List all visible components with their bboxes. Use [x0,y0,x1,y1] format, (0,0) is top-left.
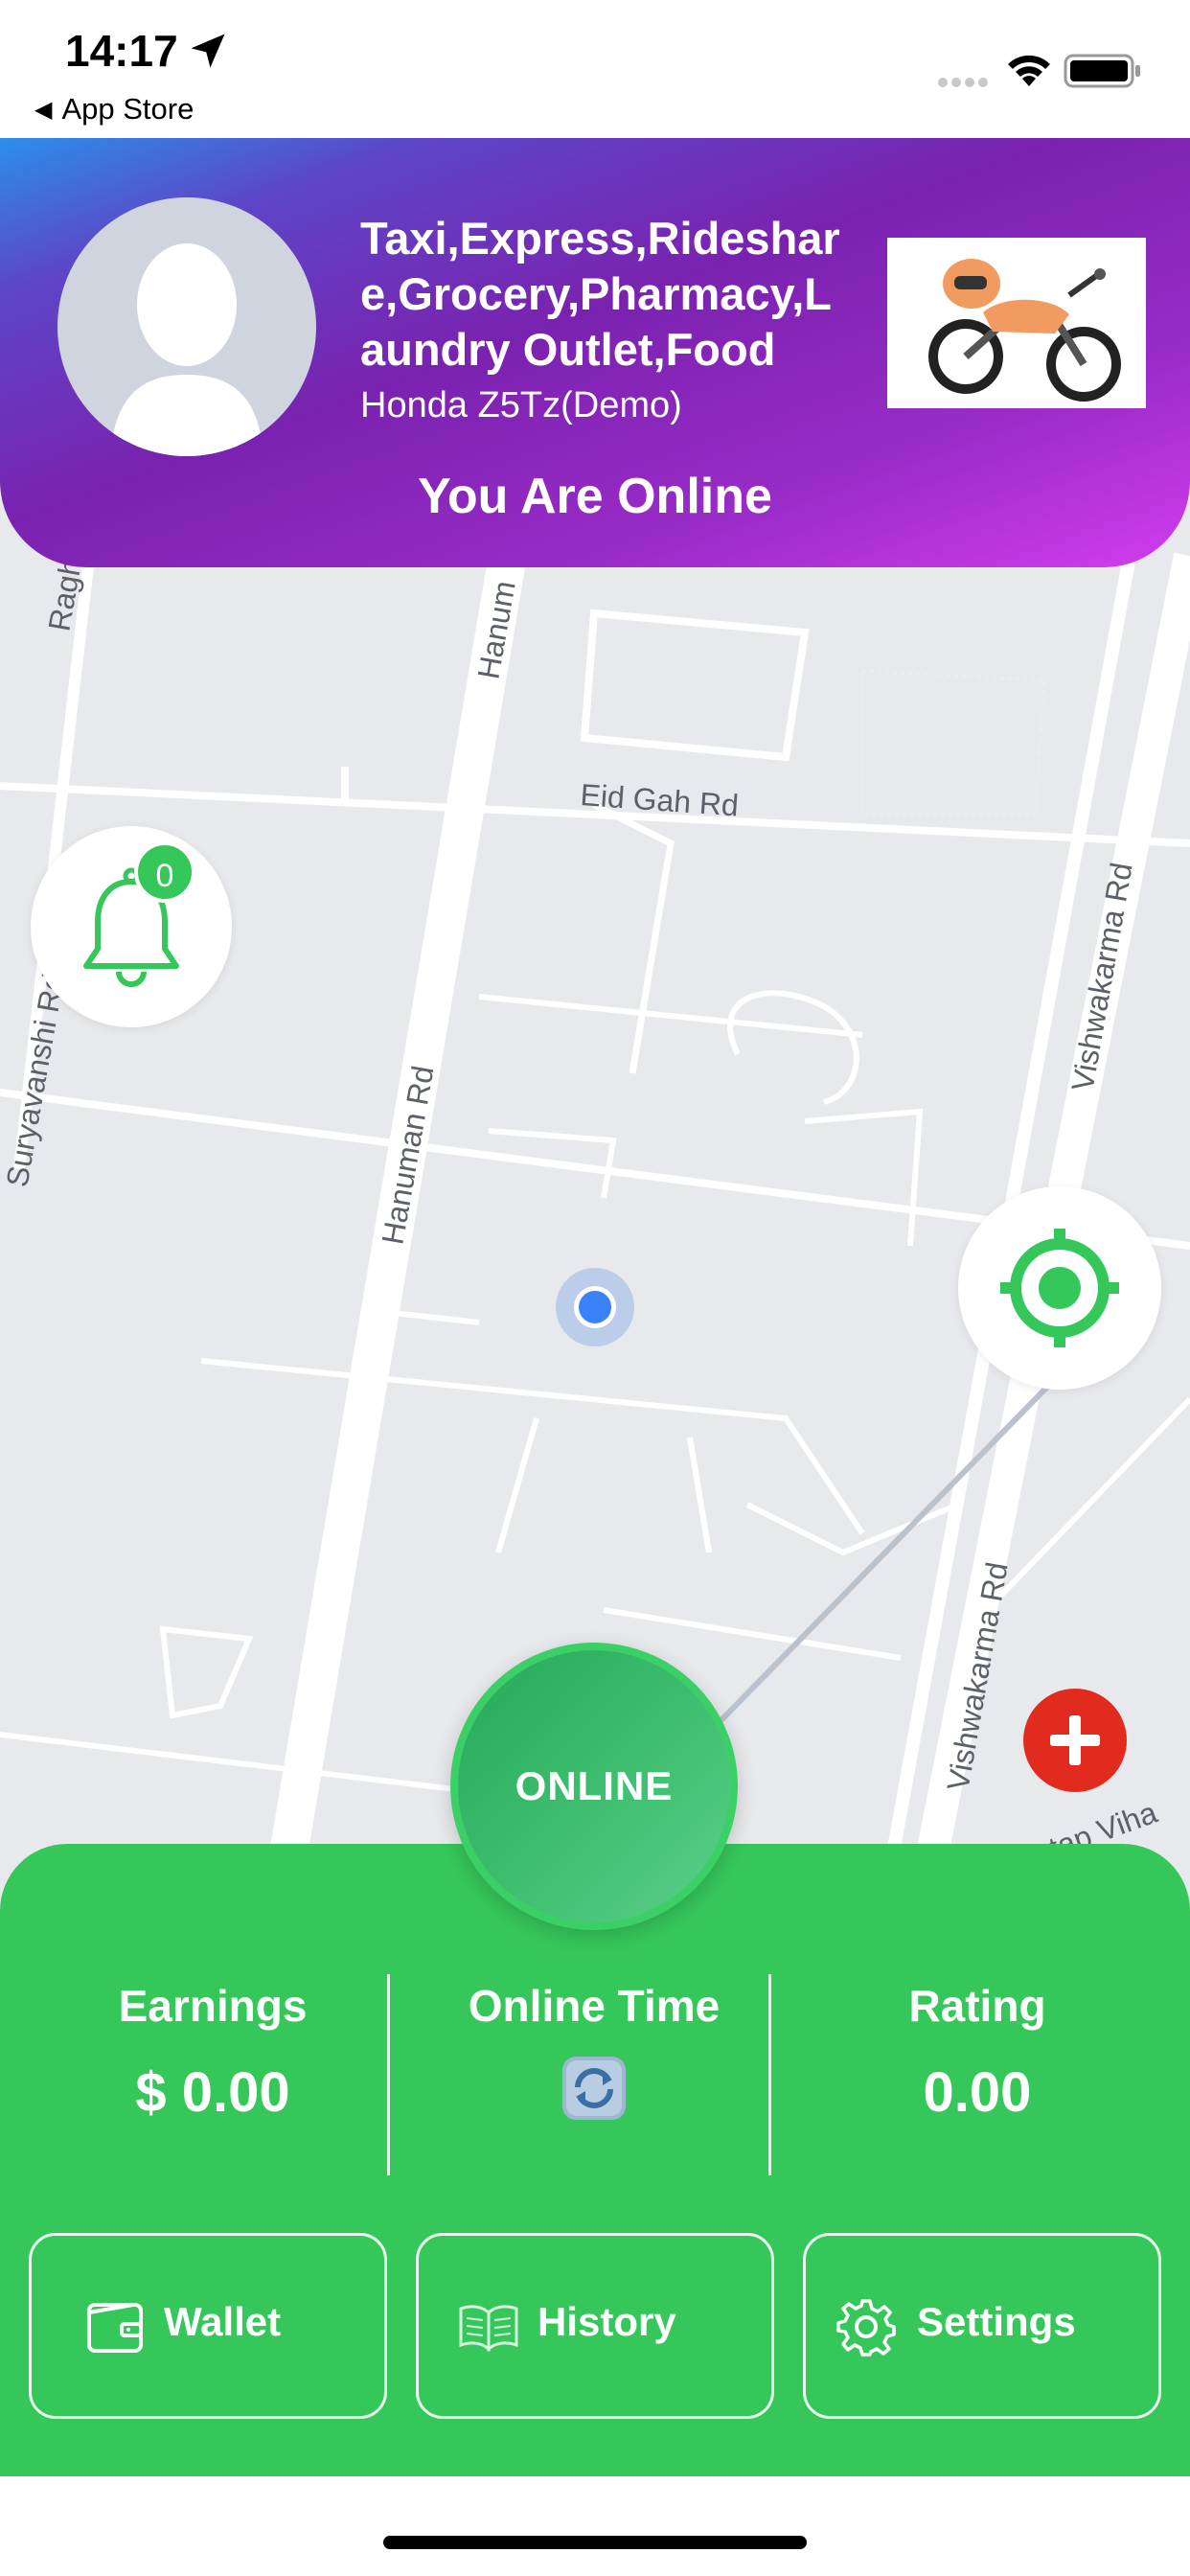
bell-icon [83,867,179,987]
refresh-icon[interactable] [561,2055,628,2122]
driver-header-card: Taxi,Express,Rideshare,Grocery,Pharmacy,… [0,138,1190,567]
street-label-vishwakarma-rd-top: Vishwakarma Rd [1064,860,1138,1093]
settings-button[interactable]: Settings [803,2233,1161,2419]
rating-label: Rating [908,1981,1046,2031]
home-indicator[interactable] [383,2536,807,2549]
stat-divider [768,1974,771,2175]
gear-icon [836,2299,896,2357]
home-indicator-area [0,2476,1190,2576]
online-status-text: You Are Online [418,469,772,524]
rating-stat: Rating 0.00 [786,1980,1169,2125]
avatar[interactable] [57,197,316,456]
driver-services: Taxi,Express,Rideshare,Grocery,Pharmacy,… [360,213,840,375]
current-location-dot [574,1286,616,1328]
notification-count-badge: 0 [134,841,195,903]
location-arrow-icon [191,34,225,68]
earnings-value: $ 0.00 [135,2061,290,2124]
wifi-icon [1008,55,1050,86]
status-bar: 14:17 ◀ App Store [0,0,1190,138]
plus-icon [1050,1715,1100,1765]
motorcycle-icon [928,259,1121,402]
cellular-signal-icon [938,78,988,87]
back-to-app-store[interactable]: ◀ App Store [34,92,194,126]
wallet-label: Wallet [164,2299,282,2344]
earnings-stat: Earnings $ 0.00 [21,1980,404,2125]
back-app-label: App Store [61,92,195,126]
crosshair-icon [1000,1229,1119,1347]
wallet-button[interactable]: Wallet [29,2233,387,2419]
vehicle-photo [887,238,1146,408]
history-button[interactable]: History [416,2233,774,2419]
online-toggle-label: ONLINE [515,1763,674,1808]
rating-value: 0.00 [923,2061,1032,2124]
add-button[interactable] [1023,1689,1127,1792]
online-time-stat: Online Time [402,1980,786,2127]
stat-divider [387,1974,390,2175]
earnings-label: Earnings [118,1981,308,2031]
street-label-hanuman-rd: Hanuman Rd [375,1063,440,1247]
avatar-silhouette-icon [110,243,263,456]
online-time-label: Online Time [468,1981,721,2031]
book-icon [459,2305,518,2353]
status-time: 14:17 [65,26,178,76]
vehicle-name: Honda Z5Tz(Demo) [360,385,682,426]
battery-icon [1064,54,1140,88]
recenter-location-button[interactable] [958,1186,1161,1390]
back-triangle-icon: ◀ [34,97,53,123]
settings-label: Settings [917,2299,1076,2344]
online-toggle-button[interactable]: ONLINE [450,1643,738,1930]
wallet-icon [87,2303,143,2353]
history-label: History [538,2299,676,2344]
notifications-button[interactable] [31,826,232,1027]
current-location-marker [556,1268,634,1346]
